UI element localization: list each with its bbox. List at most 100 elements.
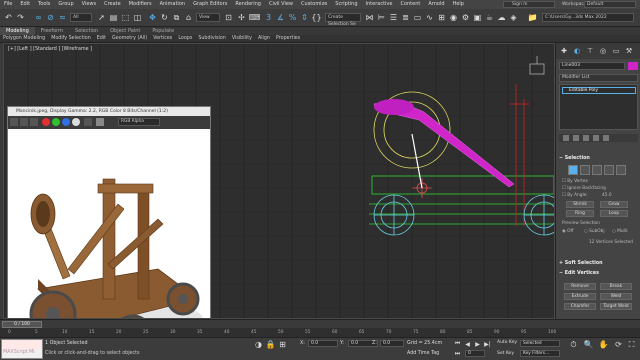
workspace-dropdown[interactable]: Default (584, 1, 636, 8)
menu-item-views[interactable]: Views (78, 0, 100, 9)
clone-window-icon[interactable] (30, 118, 38, 126)
selection-filter-dropdown[interactable]: All (70, 13, 92, 22)
ribbon-panel-modify-selection[interactable]: Modify Selection (48, 35, 94, 43)
select-and-place-icon[interactable]: ⌂ (183, 12, 194, 23)
menu-item-civil-view[interactable]: Civil View (265, 0, 297, 9)
project-folder-icon[interactable]: 📁 (527, 12, 538, 23)
time-slider-track[interactable]: 0 / 100 (0, 319, 640, 328)
maxscript-listener[interactable]: MAXScript Mi (1, 339, 43, 359)
menu-item-modifiers[interactable]: Modifiers (125, 0, 156, 9)
copy-image-icon[interactable] (20, 118, 28, 126)
project-path-dropdown[interactable]: C:\Users\Gy...3ds Max 2022 (542, 13, 634, 22)
go-to-start-icon[interactable]: ⏮ (453, 340, 462, 348)
menu-item-create[interactable]: Create (100, 0, 125, 9)
pin-stack-icon[interactable] (563, 135, 569, 141)
menu-item-graph-editors[interactable]: Graph Editors (189, 0, 231, 9)
open-arnold-window-icon[interactable]: ◈ (508, 12, 519, 23)
z-coord-field[interactable]: 0.0 (380, 340, 404, 347)
rendered-frame-window-icon[interactable]: ▣ (472, 12, 483, 23)
menu-item-animation[interactable]: Animation (156, 0, 190, 9)
window-crossing-icon[interactable]: ◫ (132, 12, 143, 23)
ribbon-panel-align[interactable]: Align (255, 35, 273, 43)
mirror-icon[interactable]: ⋈ (364, 12, 375, 23)
remove-button[interactable]: Remove (564, 283, 596, 290)
menu-item-content[interactable]: Content (396, 0, 424, 9)
alpha-channel-icon[interactable] (72, 118, 80, 126)
by-angle-value[interactable]: 45.0 (602, 193, 612, 198)
edge-mode-icon[interactable] (580, 165, 590, 175)
green-channel-icon[interactable] (52, 118, 60, 126)
curve-editor-icon[interactable]: ∿ (424, 12, 435, 23)
rendered-frame-window[interactable]: Mancinik.jpeg, Display Gamma: 2.2, RGB C… (7, 106, 211, 318)
render-in-cloud-icon[interactable]: ☁ (496, 12, 507, 23)
bind-spacewarp-icon[interactable]: ≈ (57, 12, 68, 23)
absolute-mode-icon[interactable]: ⊞ (277, 339, 288, 350)
add-time-tag-button[interactable]: Add Time Tag (407, 351, 439, 356)
schematic-view-icon[interactable]: ⊞ (436, 12, 447, 23)
time-configuration-icon[interactable]: ⏱ (568, 339, 579, 350)
target-weld-button[interactable]: Target Weld (600, 303, 632, 310)
select-and-move-icon[interactable]: ✥ (147, 12, 158, 23)
menu-item-help[interactable]: Help (449, 0, 468, 9)
track-bar[interactable]: 0 5 10 15 20 25 30 35 40 45 50 55 60 65 70 75 80 85 90 95 10… (0, 328, 640, 337)
ribbon-panel-geometry-all-[interactable]: Geometry (All) (109, 35, 150, 43)
make-unique-icon[interactable] (583, 135, 589, 141)
channel-dropdown[interactable]: RGB Alpha (118, 118, 160, 126)
snaps-toggle-icon[interactable]: 3 (263, 12, 274, 23)
undo-icon[interactable]: ↶ (3, 12, 14, 23)
menu-item-scripting[interactable]: Scripting (331, 0, 361, 9)
select-by-name-icon[interactable]: ▤ (108, 12, 119, 23)
create-tab-icon[interactable]: ✚ (559, 46, 569, 56)
weld-button[interactable]: Weld (600, 293, 632, 300)
object-color-swatch[interactable] (628, 62, 638, 70)
modifier-list-dropdown[interactable]: Modifier List (559, 74, 638, 82)
by-angle-checkbox[interactable]: ☐ By Angle: (562, 193, 588, 198)
create-selection-set-dropdown[interactable]: Create Selection Se (325, 13, 361, 27)
vertex-mode-icon[interactable] (568, 165, 578, 175)
unlink-icon[interactable]: ⊘ (45, 12, 56, 23)
time-slider[interactable]: 0 / 100 (2, 321, 42, 328)
blue-channel-icon[interactable] (62, 118, 70, 126)
extrude-button[interactable]: Extrude (564, 293, 596, 300)
set-key-button[interactable]: Set Key (497, 351, 514, 356)
chamfer-button[interactable]: Chamfer (564, 303, 596, 310)
ribbon-panel-visibility[interactable]: Visibility (229, 35, 255, 43)
menu-item-arnold[interactable]: Arnold (424, 0, 448, 9)
object-name-field[interactable]: Line003 (559, 62, 625, 70)
maximize-viewport-icon[interactable]: ⛶ (626, 339, 637, 350)
soft-selection-rollout-header[interactable]: + Soft Selection (559, 261, 638, 266)
isolate-selection-icon[interactable]: ◑ (253, 339, 264, 350)
play-icon[interactable]: ▶ (473, 340, 482, 348)
ignore-backfacing-checkbox[interactable]: ☐ Ignore Backfacing (562, 186, 606, 191)
ribbon-panel-edit[interactable]: Edit (94, 35, 109, 43)
ribbon-panel-properties[interactable]: Properties (273, 35, 303, 43)
redo-icon[interactable]: ↷ (15, 12, 26, 23)
link-icon[interactable]: ∞ (33, 12, 44, 23)
rectangle-selection-icon[interactable]: ⬚ (120, 12, 131, 23)
modify-tab-icon[interactable]: ◐ (572, 46, 582, 56)
show-end-result-icon[interactable] (573, 135, 579, 141)
selection-rollout-header[interactable]: − Selection (559, 156, 638, 161)
align-icon[interactable]: ⊨ (376, 12, 387, 23)
element-mode-icon[interactable] (616, 165, 626, 175)
pan-view-icon[interactable]: ✋ (598, 339, 609, 350)
monochrome-icon[interactable] (84, 118, 92, 126)
select-object-icon[interactable]: ➚ (96, 12, 107, 23)
edit-named-selection-icon[interactable]: {} (311, 12, 322, 23)
menu-item-customize[interactable]: Customize (297, 0, 331, 9)
x-coord-field[interactable]: 0.0 (308, 340, 338, 347)
viewport-label[interactable]: [+] [Left ] [Standard ] [Wireframe ] (8, 47, 92, 52)
edit-vertices-rollout-header[interactable]: − Edit Vertices (559, 271, 638, 276)
render-setup-icon[interactable]: ⚙ (460, 12, 471, 23)
grow-button[interactable]: Grow (600, 201, 628, 208)
pivot-center-icon[interactable]: ⊡ (223, 12, 234, 23)
stack-item-editable-poly[interactable]: Editable Poly (562, 87, 636, 94)
menu-item-tools[interactable]: Tools (34, 0, 54, 9)
ribbon-panel-vertices[interactable]: Vertices (150, 35, 175, 43)
maxscript-input[interactable] (2, 340, 42, 349)
select-and-rotate-icon[interactable]: ↻ (159, 12, 170, 23)
sign-in-button[interactable]: Sign In (503, 1, 555, 8)
loop-button[interactable]: Loop (600, 210, 628, 217)
hierarchy-tab-icon[interactable]: ⊤ (585, 46, 595, 56)
percent-snap-icon[interactable]: % (287, 12, 298, 23)
